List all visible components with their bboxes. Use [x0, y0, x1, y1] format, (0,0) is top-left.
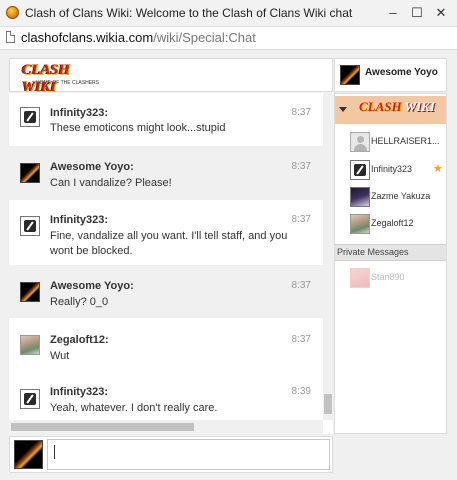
- yoyo-icon[interactable]: [20, 282, 40, 302]
- maximize-button[interactable]: ☐: [406, 4, 428, 22]
- url-host: clashofclans.wikia.com: [21, 30, 154, 45]
- horizontal-scroll-thumb[interactable]: [11, 423, 194, 431]
- room-logo: CLASH WIKI: [359, 99, 435, 115]
- window-titlebar: Clash of Clans Wiki: Welcome to the Clas…: [0, 0, 457, 27]
- user-name: Zazme Yakuza: [371, 191, 431, 201]
- user-list-item[interactable]: Zazme Yakuza: [335, 185, 446, 209]
- current-user-panel: Awesome Yoyo: [334, 58, 447, 92]
- user-list-sidebar: CLASH WIKI HELLRAISER1... Infinity323 ★ …: [334, 93, 447, 434]
- private-message-item[interactable]: Stan890: [335, 266, 446, 290]
- message-time: 8:37: [291, 107, 311, 118]
- chat-message: Infinity323: 8:37 These emoticons might …: [9, 93, 323, 146]
- message-author[interactable]: Infinity323:: [50, 214, 108, 226]
- user-name: Infinity323: [371, 164, 413, 174]
- message-time: 8:37: [291, 280, 311, 291]
- private-messages-label: Private Messages: [337, 247, 409, 257]
- user-name: Zegaloft12: [371, 218, 414, 228]
- message-text: Wut: [50, 350, 70, 362]
- vertical-scrollbar[interactable]: [323, 93, 333, 420]
- message-author[interactable]: Awesome Yoyo:: [50, 161, 134, 173]
- chat-message: Awesome Yoyo: 8:37 Really? 0_0: [9, 265, 323, 318]
- infinity-icon[interactable]: [20, 389, 40, 409]
- infinity-icon[interactable]: [20, 107, 40, 127]
- message-text: Yeah, whatever. I don't really care.: [50, 402, 218, 414]
- user-list-item[interactable]: HELLRAISER1...: [335, 130, 446, 154]
- chat-page: CLASH WIKI HOME OF THE CLASHERS Awesome …: [0, 50, 457, 480]
- message-text: Fine, vandalize all you want. I'll tell …: [50, 230, 288, 257]
- logo-subtitle: HOME OF THE CLASHERS: [36, 80, 99, 86]
- browser-app-icon: [6, 6, 19, 19]
- message-input[interactable]: [47, 439, 330, 470]
- room-logo-text: CLASH: [359, 99, 402, 114]
- stan-icon: [350, 268, 370, 288]
- message-text: Really? 0_0: [50, 296, 109, 308]
- user-list-item[interactable]: Zegaloft12: [335, 212, 446, 236]
- text-caret: [54, 445, 55, 459]
- private-messages-header: Private Messages: [335, 244, 446, 261]
- chat-message: Awesome Yoyo: 8:37 Can I vandalize? Plea…: [9, 146, 323, 200]
- collapse-triangle-icon[interactable]: [339, 107, 347, 112]
- message-author[interactable]: Infinity323:: [50, 107, 108, 119]
- chat-message: Zegaloft12: 8:37 Wut: [9, 318, 323, 368]
- message-time: 8:37: [291, 334, 311, 345]
- yoyo-icon: [14, 440, 43, 469]
- user-name: HELLRAISER1...: [371, 136, 440, 146]
- yoyo-icon[interactable]: [20, 163, 40, 183]
- url-path: /wiki/Special:Chat: [153, 30, 256, 45]
- chat-header: CLASH WIKI HOME OF THE CLASHERS: [9, 58, 333, 95]
- message-time: 8:37: [291, 214, 311, 225]
- message-text: Can I vandalize? Please!: [50, 177, 172, 189]
- chat-message: Infinity323: 8:39 Yeah, whatever. I don'…: [9, 368, 323, 420]
- horizontal-scrollbar[interactable]: [9, 420, 323, 434]
- message-author[interactable]: Awesome Yoyo:: [50, 280, 134, 292]
- window-title: Clash of Clans Wiki: Welcome to the Clas…: [25, 6, 353, 20]
- room-logo-wiki: WIKI: [404, 99, 435, 114]
- message-time: 8:39: [291, 386, 311, 397]
- default-avatar-icon: [350, 132, 370, 152]
- vertical-scroll-thumb[interactable]: [324, 394, 332, 414]
- url-text[interactable]: clashofclans.wikia.com/wiki/Special:Chat: [21, 30, 256, 45]
- current-user-name: Awesome Yoyo: [365, 67, 438, 78]
- message-author[interactable]: Infinity323:: [50, 386, 108, 398]
- message-author[interactable]: Zegaloft12:: [50, 334, 109, 346]
- chat-message: Infinity323: 8:37 Fine, vandalize all yo…: [9, 200, 323, 265]
- zegaloft-icon: [350, 214, 370, 234]
- zegaloft-icon[interactable]: [20, 335, 40, 355]
- close-button[interactable]: ✕: [430, 4, 452, 22]
- logo-text: CLASH WIKI: [22, 62, 70, 95]
- infinity-icon[interactable]: [20, 216, 40, 236]
- star-icon: ★: [433, 163, 443, 175]
- minimize-button[interactable]: –: [382, 4, 404, 22]
- address-bar[interactable]: clashofclans.wikia.com/wiki/Special:Chat: [0, 27, 457, 50]
- infinity-icon: [350, 160, 370, 180]
- zazme-icon: [350, 187, 370, 207]
- user-list-item[interactable]: Infinity323 ★: [335, 158, 446, 182]
- room-entry[interactable]: CLASH WIKI: [335, 96, 446, 124]
- message-text: These emoticons might look...stupid: [50, 122, 226, 134]
- yoyo-icon: [340, 65, 360, 85]
- page-icon: [6, 31, 15, 43]
- chat-messages[interactable]: Infinity323: 8:37 These emoticons might …: [9, 93, 333, 434]
- clash-wiki-logo[interactable]: CLASH WIKI HOME OF THE CLASHERS: [22, 62, 99, 95]
- message-time: 8:37: [291, 161, 311, 172]
- message-compose-bar: [9, 436, 333, 473]
- user-name: Stan890: [371, 272, 405, 282]
